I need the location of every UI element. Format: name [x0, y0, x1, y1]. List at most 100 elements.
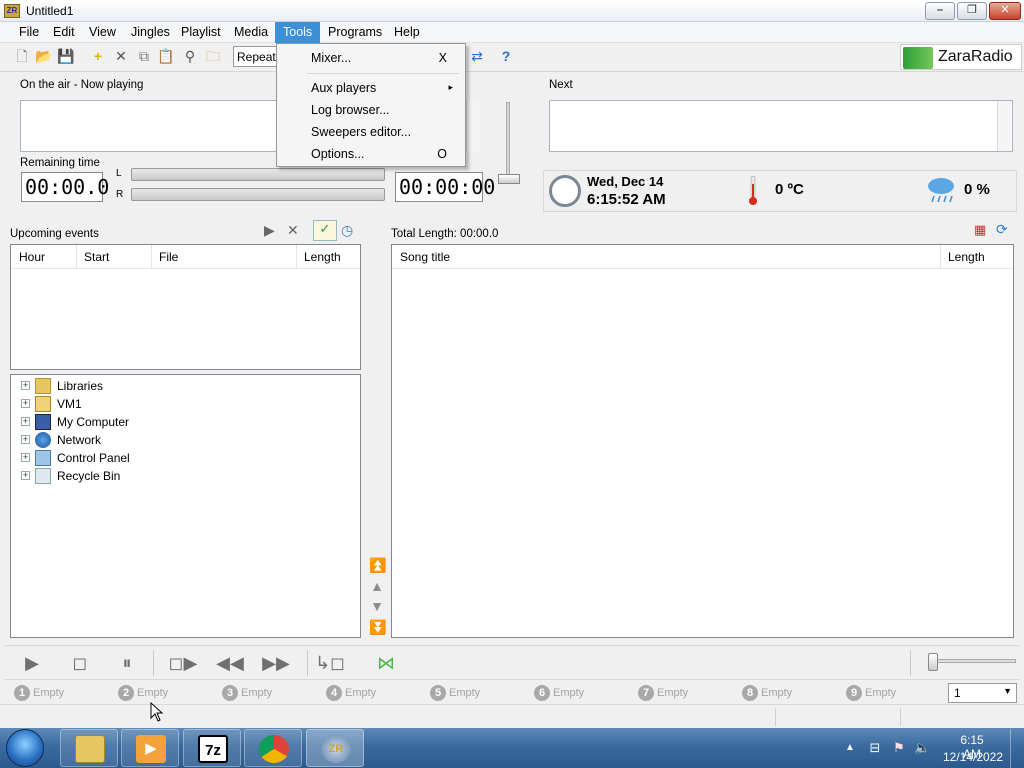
- refresh-icon[interactable]: ⟳: [996, 221, 1008, 238]
- move-bottom-icon[interactable]: ⏬: [369, 620, 386, 634]
- menu-item-label: Log browser...: [311, 103, 390, 117]
- find-folder-icon[interactable]: 🗀: [204, 47, 222, 65]
- expand-icon[interactable]: +: [21, 399, 30, 408]
- toolbar: 🗋 📂 💾 + ✕ ⧉ 📋 ⚲ 🗀 Repeat ⇄ ?: [0, 43, 1024, 72]
- tree-item-label: My Computer: [57, 415, 130, 429]
- zararadio-icon: ZR: [321, 735, 351, 763]
- delete-event-icon[interactable]: ✕: [287, 222, 299, 239]
- menu-jingles[interactable]: Jingles: [129, 25, 172, 39]
- pitch-slider-thumb[interactable]: [928, 653, 938, 671]
- col-start[interactable]: Start: [84, 250, 109, 264]
- crossfade-icon[interactable]: ⋈: [367, 652, 405, 674]
- move-down-icon[interactable]: ▼: [369, 599, 385, 613]
- menu-tools-highlight[interactable]: Tools: [275, 22, 320, 43]
- save-icon[interactable]: 💾: [57, 47, 75, 65]
- repeat-button[interactable]: Repeat: [233, 46, 279, 67]
- shuffle-icon[interactable]: ⇄: [468, 47, 486, 65]
- menu-playlist[interactable]: Playlist: [179, 25, 223, 39]
- copy-icon[interactable]: ⧉: [135, 47, 153, 65]
- chevron-down-icon: ▼: [1003, 686, 1012, 696]
- slot-label: Empty: [137, 687, 169, 699]
- move-top-icon[interactable]: ⏫: [369, 558, 386, 572]
- show-desktop-button[interactable]: [1010, 729, 1024, 768]
- start-button[interactable]: [6, 729, 44, 767]
- event-clock-icon[interactable]: ◷: [341, 222, 353, 239]
- title-bar[interactable]: ZR Untitled1 – ❐ ✕: [0, 0, 1024, 22]
- expand-icon[interactable]: +: [21, 381, 30, 390]
- help-icon[interactable]: ?: [497, 47, 515, 65]
- menu-item-log-browser[interactable]: Log browser...: [279, 99, 463, 121]
- cue-icon[interactable]: ↳◻: [312, 652, 348, 674]
- menu-item-mixer[interactable]: Mixer... X: [279, 47, 463, 69]
- menu-item-label: Sweepers editor...: [311, 125, 412, 139]
- tray-clock-date[interactable]: 12/14/2022: [942, 750, 1004, 764]
- delete-icon[interactable]: ✕: [112, 47, 130, 65]
- now-playing-scrollbar[interactable]: [466, 100, 480, 152]
- minimize-button[interactable]: –: [925, 2, 955, 20]
- volume-slider-thumb[interactable]: [498, 174, 520, 184]
- next-track-icon[interactable]: ◻▶: [162, 652, 204, 674]
- menu-help[interactable]: Help: [392, 25, 422, 39]
- tray-network-icon[interactable]: ⊟: [867, 740, 883, 756]
- file-tree: + Libraries + VM1 + My Computer + Networ…: [10, 374, 361, 638]
- pitch-slider-track[interactable]: [928, 659, 1016, 663]
- menu-file[interactable]: File: [17, 25, 41, 39]
- rewind-icon[interactable]: ◀◀: [212, 652, 248, 674]
- col-file[interactable]: File: [159, 250, 178, 264]
- menu-edit[interactable]: Edit: [51, 25, 77, 39]
- tray-expand-icon[interactable]: ▲: [845, 742, 855, 753]
- menu-item-label: Aux players: [311, 81, 377, 95]
- stop-icon[interactable]: ◻: [70, 652, 90, 674]
- taskbar-explorer[interactable]: [60, 729, 118, 767]
- next-scrollbar[interactable]: [997, 101, 1011, 151]
- close-button[interactable]: ✕: [989, 2, 1021, 20]
- move-up-icon[interactable]: ▲: [369, 579, 385, 593]
- paste-icon[interactable]: 📋: [157, 47, 175, 65]
- expand-icon[interactable]: +: [21, 471, 30, 480]
- rain-cloud-icon: [928, 178, 954, 203]
- expand-icon[interactable]: +: [21, 453, 30, 462]
- col-length[interactable]: Length: [948, 250, 985, 264]
- taskbar-media-player[interactable]: ▶: [121, 729, 179, 767]
- menu-media[interactable]: Media: [232, 25, 270, 39]
- search-icon[interactable]: ⚲: [181, 47, 199, 65]
- menu-view[interactable]: View: [87, 25, 118, 39]
- folder-icon: [35, 378, 51, 394]
- taskbar-zararadio[interactable]: ZR: [306, 729, 364, 767]
- upcoming-events-label: Upcoming events: [10, 228, 99, 240]
- mouse-cursor-icon: [150, 702, 164, 722]
- menu-item-options[interactable]: Options... O: [279, 143, 463, 165]
- col-hour[interactable]: Hour: [19, 250, 45, 264]
- play-icon[interactable]: ▶: [21, 652, 43, 674]
- taskbar-chrome[interactable]: [244, 729, 302, 767]
- maximize-button[interactable]: ❐: [957, 2, 987, 20]
- new-file-icon[interactable]: 🗋: [13, 47, 31, 65]
- tray-volume-icon[interactable]: 🔈: [914, 740, 930, 756]
- play-event-icon[interactable]: ▶: [264, 222, 275, 239]
- calendar-icon[interactable]: ▦: [974, 222, 986, 238]
- open-folder-icon[interactable]: 📂: [35, 47, 53, 65]
- slot-label: Empty: [241, 687, 273, 699]
- slot-page-select[interactable]: 1 ▼: [948, 683, 1017, 703]
- col-length[interactable]: Length: [304, 250, 341, 264]
- checkmark-toggle-icon[interactable]: ✓: [313, 220, 337, 241]
- slot-number: 8: [742, 685, 758, 701]
- tray-flag-icon[interactable]: ⚑: [891, 740, 907, 756]
- slot-number: 5: [430, 685, 446, 701]
- playlist-table: Song title Length: [391, 244, 1014, 638]
- taskbar-7zip[interactable]: 7z: [183, 729, 241, 767]
- expand-icon[interactable]: +: [21, 435, 30, 444]
- menu-tools[interactable]: Tools: [281, 25, 314, 39]
- tree-item-label: VM1: [57, 397, 82, 411]
- pause-icon[interactable]: ⏸: [117, 652, 137, 674]
- col-song-title[interactable]: Song title: [400, 250, 450, 264]
- menu-programs[interactable]: Programs: [326, 25, 384, 39]
- menu-item-aux-players[interactable]: Aux players ▸: [279, 77, 463, 99]
- events-actions: ▶ ✕ ✓ ◷: [262, 220, 362, 242]
- submenu-arrow-icon: ▸: [448, 82, 453, 92]
- add-icon[interactable]: +: [89, 47, 107, 65]
- menu-item-sweepers-editor[interactable]: Sweepers editor...: [279, 121, 463, 143]
- expand-icon[interactable]: +: [21, 417, 30, 426]
- volume-slider-track[interactable]: [506, 102, 510, 184]
- fast-forward-icon[interactable]: ▶▶: [258, 652, 294, 674]
